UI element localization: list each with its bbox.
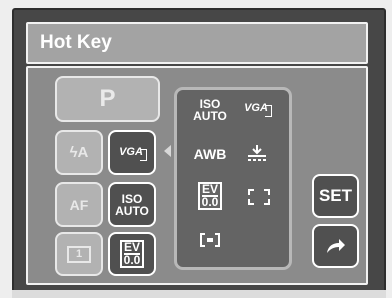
focus-area-icon xyxy=(248,189,270,205)
pointer-arrow-icon xyxy=(164,145,171,157)
subpanel-ev[interactable]: EV 0.0 xyxy=(193,180,227,212)
sharpness-icon xyxy=(248,145,266,161)
share-arrow-icon xyxy=(326,239,345,253)
resolution-vga-button[interactable]: VGA xyxy=(108,130,156,175)
mode-label: P xyxy=(99,85,116,112)
subpanel-metering[interactable] xyxy=(195,230,225,250)
subpanel-vga[interactable]: VGA xyxy=(240,98,274,118)
bottom-strip xyxy=(12,290,386,298)
iso-auto-icon: ISO AUTO xyxy=(115,191,149,218)
ev-button[interactable]: EV 0.0 xyxy=(108,232,156,276)
next-button[interactable] xyxy=(312,224,359,268)
subpanel-focus-area[interactable] xyxy=(246,187,272,207)
ev-icon: EV 0.0 xyxy=(119,240,145,268)
iso-auto-button[interactable]: ISO AUTO xyxy=(108,182,156,227)
ev-icon: EV 0.0 xyxy=(197,182,223,210)
flash-auto-button[interactable]: ϟA xyxy=(55,130,103,175)
af-label: AF xyxy=(69,196,89,213)
title-bar: Hot Key xyxy=(26,22,368,64)
drive-single-button[interactable]: 1 xyxy=(55,232,103,276)
af-button[interactable]: AF xyxy=(55,182,103,227)
single-shot-icon: 1 xyxy=(66,245,92,263)
mode-p-button[interactable]: P xyxy=(55,76,160,122)
set-button[interactable]: SET xyxy=(312,174,359,218)
vga-icon: VGA xyxy=(117,146,147,161)
subpanel-awb[interactable]: AWB xyxy=(188,145,232,163)
subpanel-iso-auto[interactable]: ISO AUTO xyxy=(188,97,232,123)
flash-auto-icon: ϟA xyxy=(69,144,89,161)
metering-icon xyxy=(200,233,220,247)
vga-icon: VGA xyxy=(242,102,272,117)
window-title: Hot Key xyxy=(40,32,112,53)
subpanel-sharpness[interactable] xyxy=(242,143,272,165)
